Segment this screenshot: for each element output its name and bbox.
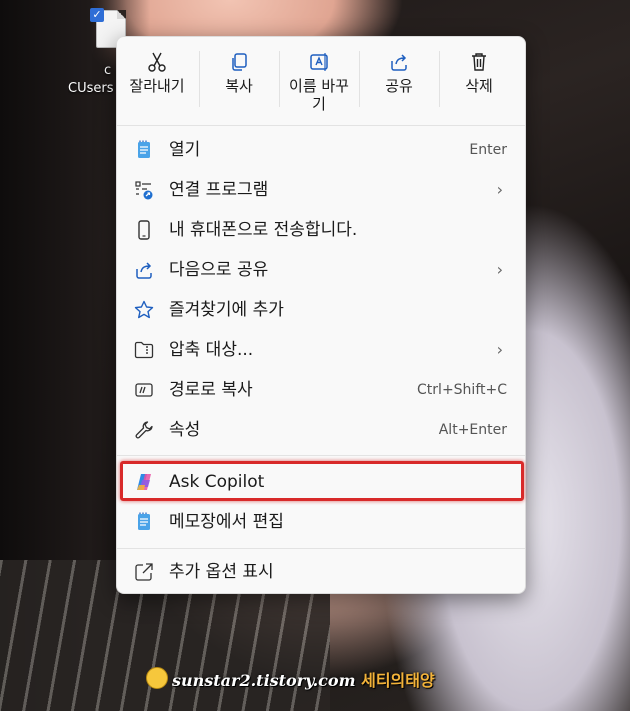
menu-item-shortcut: Alt+Enter — [438, 422, 507, 438]
menu-divider — [117, 455, 525, 456]
menu-divider — [117, 548, 525, 549]
rename-button[interactable]: 이름 바꾸 기 — [279, 43, 359, 123]
menu-item-label: 다음으로 공유 — [169, 260, 269, 280]
watermark: sunstar2.tistory.com 세티의태양 — [146, 664, 446, 692]
context-toolbar: 잘라내기 복사 이름 바꾸 기 공유 삭제 — [117, 37, 525, 125]
selected-checkbox-icon[interactable]: ✓ — [90, 8, 104, 22]
menu-item-label: 열기 — [169, 140, 201, 160]
menu-item-label: 추가 옵션 표시 — [169, 562, 274, 582]
menu-item-edit-in-notepad[interactable]: 메모장에서 편집 — [123, 503, 519, 541]
menu-item-label: 메모장에서 편집 — [169, 512, 284, 532]
watermark-text: sunstar2.tistory.com 세티의태양 — [172, 667, 435, 691]
watermark-site: sunstar2.tistory.com — [172, 671, 356, 690]
scissors-icon — [148, 52, 166, 72]
share-label: 공유 — [385, 77, 413, 95]
menu-item-label: 압축 대상... — [169, 340, 254, 360]
menu-item-label: 즐겨찾기에 추가 — [169, 300, 284, 320]
highlight-box — [120, 461, 524, 501]
menu-item-shortcut: Enter — [469, 142, 507, 158]
menu-item-open-with[interactable]: 연결 프로그램 › — [123, 171, 519, 209]
menu-item-show-more-options[interactable]: 추가 옵션 표시 — [123, 553, 519, 591]
menu-item-copy-as-path[interactable]: 경로로 복사 Ctrl+Shift+C — [123, 371, 519, 409]
menu-item-send-to-phone[interactable]: 내 휴대폰으로 전송합니다. — [123, 211, 519, 249]
menu-item-shortcut: Ctrl+Shift+C — [417, 382, 507, 398]
menu-item-open[interactable]: 열기 Enter — [123, 131, 519, 169]
copy-button[interactable]: 복사 — [199, 43, 279, 123]
rename-icon — [310, 53, 328, 71]
notepad-icon — [138, 140, 150, 158]
cut-label: 잘라내기 — [129, 77, 185, 95]
chevron-right-icon: › — [496, 180, 503, 199]
menu-item-properties[interactable]: 속성 Alt+Enter — [123, 411, 519, 449]
open-with-icon — [135, 181, 153, 200]
share-icon — [391, 54, 407, 71]
chevron-right-icon: › — [496, 260, 503, 279]
menu-item-compress-to[interactable]: 압축 대상... › — [123, 331, 519, 369]
menu-divider — [117, 125, 525, 126]
zip-folder-icon — [134, 341, 154, 359]
menu-item-label: 속성 — [169, 420, 201, 440]
menu-item-label: 내 휴대폰으로 전송합니다. — [169, 220, 358, 240]
delete-button[interactable]: 삭제 — [439, 43, 519, 123]
share-icon — [136, 262, 152, 279]
context-menu: 잘라내기 복사 이름 바꾸 기 공유 삭제 열기 Enter 연결 프로그램 ›… — [116, 36, 526, 594]
menu-item-label: 연결 프로그램 — [169, 180, 269, 200]
delete-label: 삭제 — [465, 77, 493, 95]
phone-icon — [138, 220, 150, 240]
show-more-icon — [135, 563, 153, 581]
star-icon — [134, 300, 154, 319]
menu-item-add-favorites[interactable]: 즐겨찾기에 추가 — [123, 291, 519, 329]
menu-item-share-with[interactable]: 다음으로 공유 › — [123, 251, 519, 289]
watermark-brand: 세티의태양 — [361, 671, 435, 690]
cut-button[interactable]: 잘라내기 — [117, 43, 197, 123]
notepad-icon — [138, 512, 150, 530]
path-icon — [135, 383, 153, 397]
emoji-face-icon — [146, 667, 168, 689]
copy-label: 복사 — [225, 77, 253, 95]
trash-icon — [472, 53, 486, 71]
share-button[interactable]: 공유 — [359, 43, 439, 123]
rename-label: 이름 바꾸 기 — [289, 77, 349, 113]
copy-icon — [232, 53, 247, 71]
wrench-icon — [135, 421, 153, 439]
chevron-right-icon: › — [496, 340, 503, 359]
menu-item-label: 경로로 복사 — [169, 380, 253, 400]
